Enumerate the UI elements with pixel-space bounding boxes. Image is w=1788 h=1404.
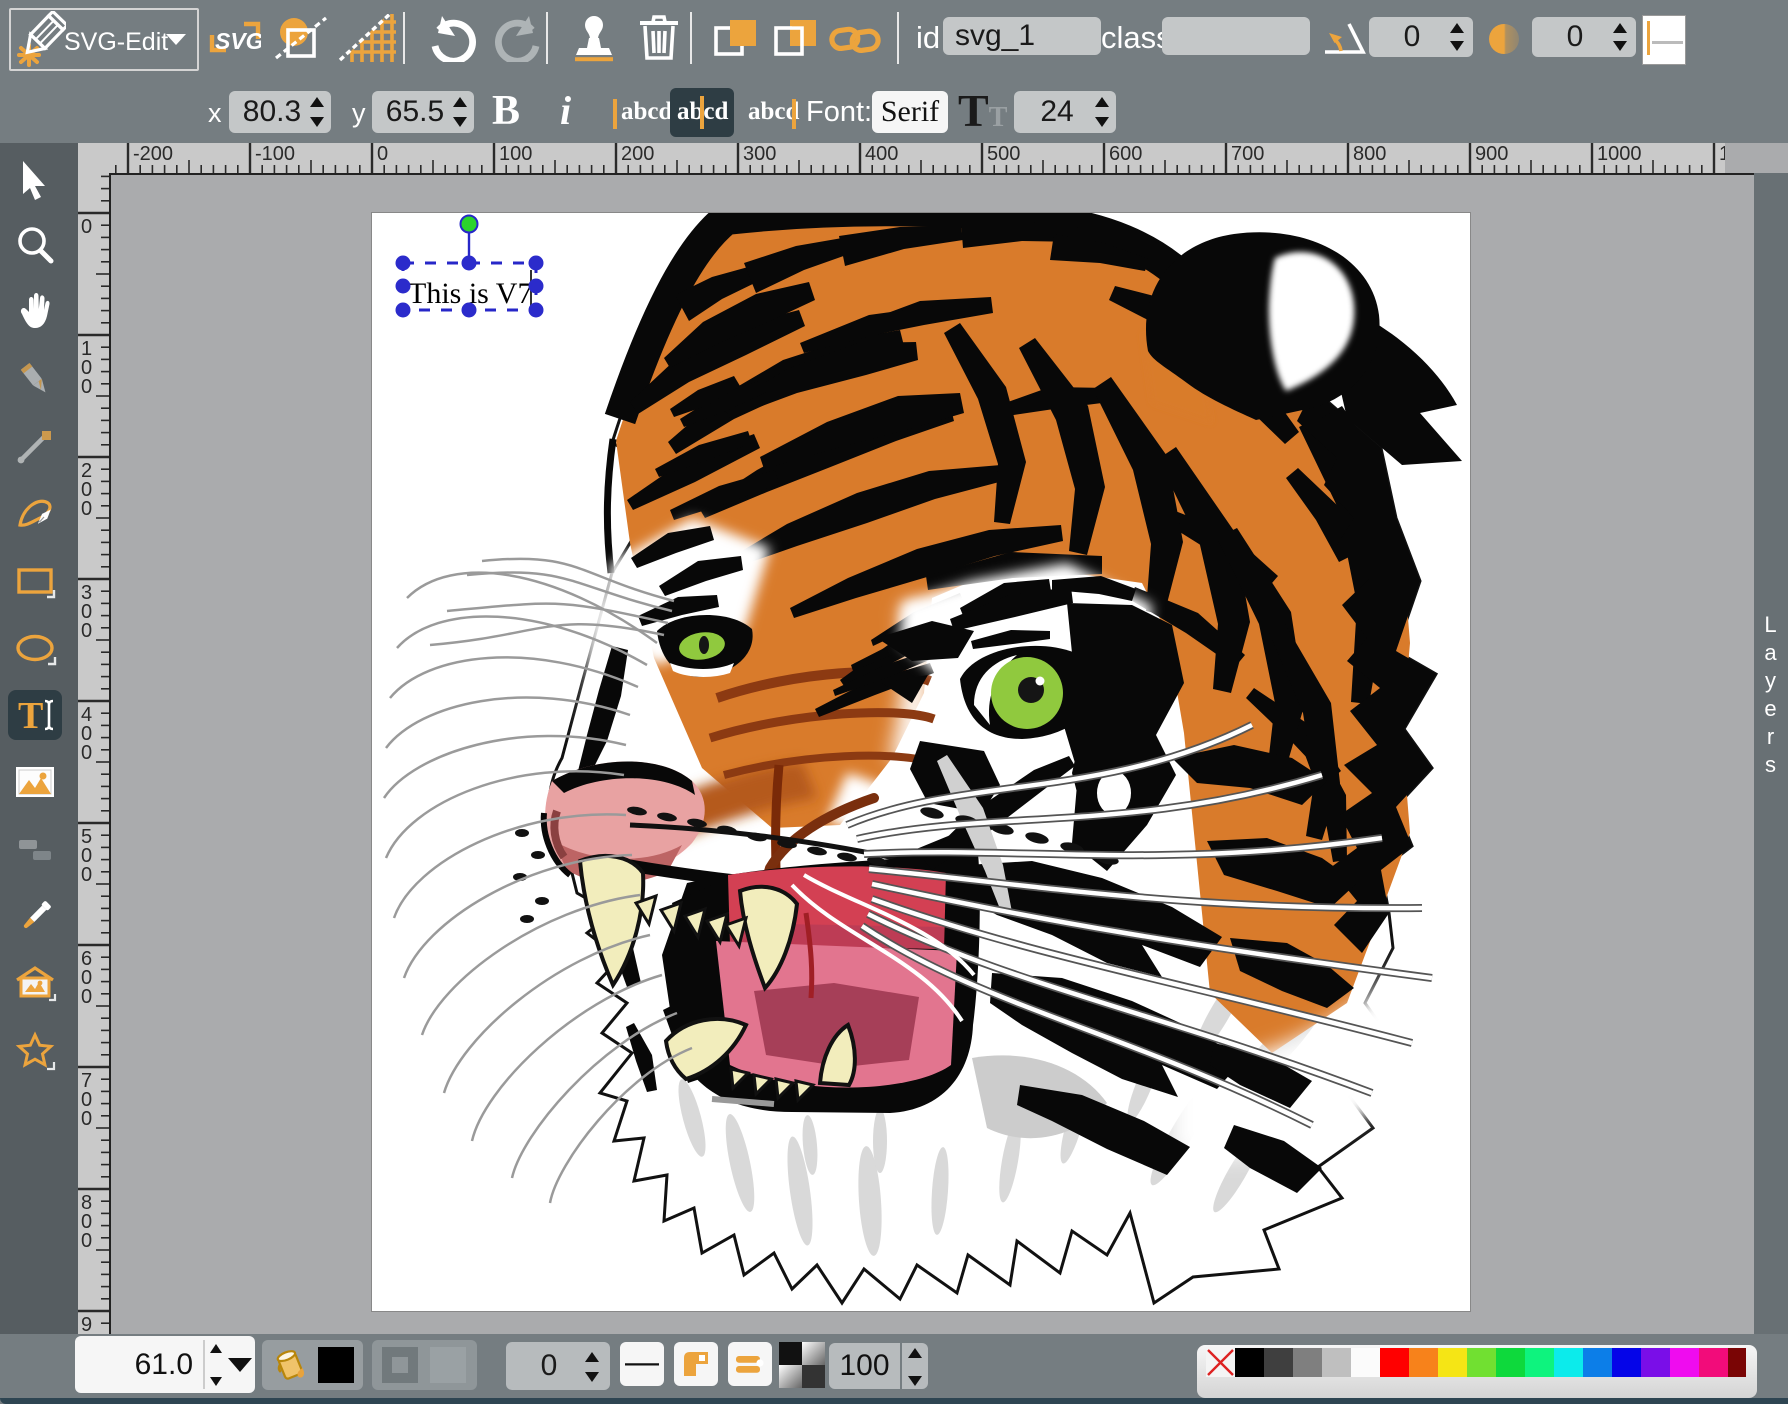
svg-text:0: 0 xyxy=(81,986,92,1008)
svg-text:0: 0 xyxy=(81,1108,92,1130)
svg-text:900: 900 xyxy=(1475,143,1508,165)
svg-text:T: T xyxy=(18,695,43,737)
svg-text:0: 0 xyxy=(81,216,92,238)
svg-text:-100: -100 xyxy=(255,143,295,165)
svg-text:-200: -200 xyxy=(133,143,173,165)
svg-text:300: 300 xyxy=(743,143,776,165)
svg-text:0: 0 xyxy=(81,376,92,398)
svg-text:9: 9 xyxy=(81,1314,92,1334)
svg-text:0: 0 xyxy=(377,143,388,165)
svg-text:0: 0 xyxy=(81,498,92,520)
svg-text:0: 0 xyxy=(81,1230,92,1252)
svg-text:1100: 1100 xyxy=(1719,143,1725,165)
svg-text:700: 700 xyxy=(1231,143,1264,165)
svg-text:0: 0 xyxy=(81,864,92,886)
svg-text:500: 500 xyxy=(987,143,1020,165)
svg-text:0: 0 xyxy=(81,742,92,764)
svg-text:100: 100 xyxy=(499,143,532,165)
svg-text:0: 0 xyxy=(81,620,92,642)
svg-text:800: 800 xyxy=(1353,143,1386,165)
svg-text:1000: 1000 xyxy=(1597,143,1642,165)
svg-text:SVG: SVG xyxy=(215,28,261,54)
svg-text:400: 400 xyxy=(865,143,898,165)
svg-text:200: 200 xyxy=(621,143,654,165)
svg-text:600: 600 xyxy=(1109,143,1142,165)
